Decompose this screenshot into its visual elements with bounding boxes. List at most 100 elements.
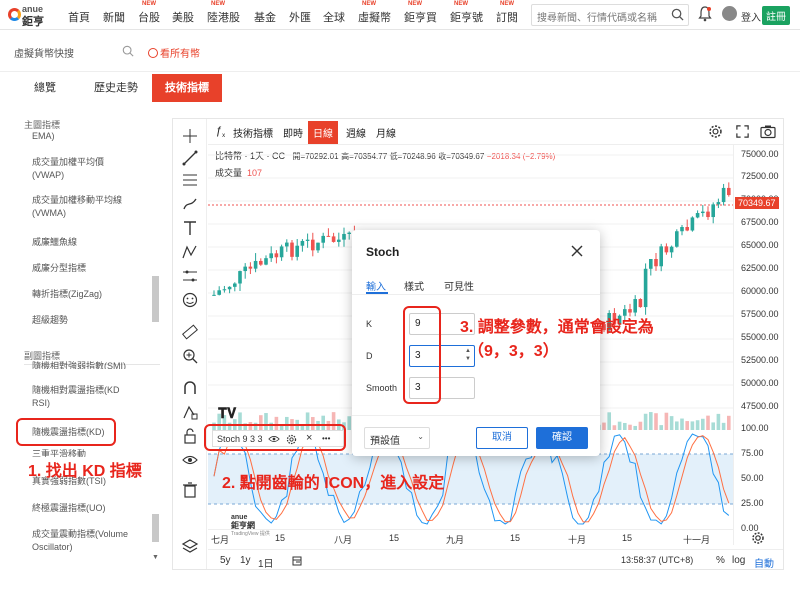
range-1y[interactable]: 1y xyxy=(240,555,251,566)
candle-body xyxy=(290,242,294,257)
candle-body xyxy=(685,227,689,231)
indicator-item[interactable]: 隨機相對強弱指數(SMI) xyxy=(32,360,152,369)
indicators-button[interactable]: 技術指標 xyxy=(233,125,273,140)
interval-weekly[interactable]: 週線 xyxy=(346,125,366,140)
zoom-in-icon[interactable] xyxy=(181,347,199,365)
volume-bar xyxy=(623,422,627,430)
tradingview-logo-icon: 𝐓𝐕 xyxy=(218,405,237,421)
annotation-step2: 2. 點開齒輪的 ICON，進入設定 xyxy=(222,475,445,492)
nav-item[interactable]: 陸港股 xyxy=(207,9,240,25)
scrollbar-thumb[interactable] xyxy=(152,276,159,322)
fib-lines-icon[interactable] xyxy=(181,171,199,189)
function-icon[interactable]: ƒx xyxy=(216,125,225,139)
percent-toggle[interactable]: % xyxy=(716,555,725,566)
search-icon[interactable] xyxy=(122,45,134,57)
ruler-icon[interactable] xyxy=(181,323,199,341)
settings-gear-icon[interactable] xyxy=(708,124,723,139)
log-toggle[interactable]: log xyxy=(732,555,745,566)
tab-style[interactable]: 樣式 xyxy=(404,278,424,293)
nav-item[interactable]: 首頁 xyxy=(68,9,90,25)
layers-icon[interactable] xyxy=(181,537,199,555)
annotation-step1: 1. 找出 KD 指標 xyxy=(28,463,142,480)
nav-item[interactable]: 虛擬幣 xyxy=(358,9,391,25)
site-search-input[interactable]: 搜尋新聞、行情代碼或名稱 xyxy=(531,4,689,26)
volume-bar xyxy=(721,422,726,430)
anue-logo[interactable]: anue 鉅亨 xyxy=(8,4,58,28)
nav-item[interactable]: 台股 xyxy=(138,9,160,25)
nav-item[interactable]: 外匯 xyxy=(289,9,311,25)
tab-overview[interactable]: 總覽 xyxy=(10,74,80,102)
brush-icon[interactable] xyxy=(181,195,199,213)
candle-body xyxy=(654,259,658,267)
trash-icon[interactable] xyxy=(181,481,199,499)
crypto-search-input[interactable]: 虛擬貨幣快搜 xyxy=(10,42,134,62)
nav-item[interactable]: 訂閱 xyxy=(496,9,518,25)
price-axis-label: 65000.00 xyxy=(741,240,779,250)
nav-item[interactable]: 鉅亨買 xyxy=(404,9,437,25)
search-icon[interactable] xyxy=(671,8,684,21)
candle-body xyxy=(285,242,289,247)
bell-icon[interactable] xyxy=(698,6,712,22)
indicator-item[interactable]: 終極震盪指標(UO) xyxy=(32,502,152,515)
register-button[interactable]: 註冊 xyxy=(762,6,790,25)
range-5y[interactable]: 5y xyxy=(220,555,231,566)
chart-toolbar: ƒx 技術指標 即時 日線 週線 月線 xyxy=(208,119,783,145)
axis-settings-gear-icon[interactable] xyxy=(751,531,765,545)
nav-item[interactable]: 鉅亨號 xyxy=(450,9,483,25)
range-1d[interactable]: 1日 xyxy=(258,555,274,569)
crosshair-icon[interactable] xyxy=(181,127,199,145)
scrollbar-thumb[interactable] xyxy=(152,514,159,542)
indicator-item[interactable]: 成交量加權平均價 (VWAP) xyxy=(32,156,152,182)
new-badge: NEW xyxy=(454,1,468,7)
text-tool-icon[interactable] xyxy=(181,219,199,237)
goto-date-icon[interactable] xyxy=(291,555,303,567)
highlight-params xyxy=(403,306,441,404)
cancel-button[interactable]: 取消 xyxy=(476,427,528,449)
scroll-down-icon[interactable]: ▼ xyxy=(152,554,159,561)
clock-readout[interactable]: 13:58:37 (UTC+8) xyxy=(621,555,693,565)
tab-technical[interactable]: 技術指標 xyxy=(152,74,222,102)
indicator-item[interactable]: 轉折指標(ZigZag) xyxy=(32,288,152,301)
indicator-item[interactable]: EMA) xyxy=(32,130,152,143)
tab-visibility[interactable]: 可見性 xyxy=(444,278,474,293)
emoji-icon[interactable] xyxy=(181,291,199,309)
camera-icon[interactable] xyxy=(760,124,776,139)
coin-icon xyxy=(148,48,158,58)
nav-item[interactable]: 全球 xyxy=(323,9,345,25)
indicator-item[interactable]: 成交量震動指標(Volume Oscillator) xyxy=(32,528,152,554)
candle-body xyxy=(295,245,299,257)
interval-daily[interactable]: 日線 xyxy=(308,121,338,144)
magnet-icon[interactable] xyxy=(181,379,199,397)
measure-icon[interactable] xyxy=(181,267,199,285)
defaults-dropdown[interactable]: 預設值 ⌄ xyxy=(364,427,430,449)
lock-drawing-icon[interactable] xyxy=(181,403,199,421)
nav-item[interactable]: 新聞 xyxy=(103,9,125,25)
lock-icon[interactable] xyxy=(181,427,199,445)
view-all-coins-link[interactable]: 看所有幣 xyxy=(148,45,200,60)
tab-history[interactable]: 歷史走勢 xyxy=(81,74,151,102)
trend-line-icon[interactable] xyxy=(181,149,199,167)
interval-monthly[interactable]: 月線 xyxy=(376,125,396,140)
indicator-item[interactable]: 三重平滑移動 xyxy=(32,448,152,457)
auto-toggle[interactable]: 自動 xyxy=(754,555,774,569)
login-link[interactable]: 登入 xyxy=(741,9,761,24)
indicator-item[interactable]: 威廉鱷魚線 xyxy=(32,236,152,249)
hide-icon[interactable] xyxy=(181,451,199,469)
candle-body xyxy=(711,204,715,218)
fullscreen-icon[interactable] xyxy=(735,124,750,139)
close-icon[interactable] xyxy=(570,244,584,258)
indicator-item[interactable]: 超級趨勢 xyxy=(32,314,152,327)
indicator-item[interactable]: 威廉分型指標 xyxy=(32,262,152,275)
indicator-item[interactable]: 成交量加權移動平均線 (VWMA) xyxy=(32,194,152,220)
volume-bar xyxy=(649,412,653,430)
nav-item[interactable]: 基金 xyxy=(254,9,276,25)
interval-realtime[interactable]: 即時 xyxy=(283,125,303,140)
candle-body xyxy=(326,235,331,237)
indicator-item[interactable]: 隨機相對震盪指標(KD RSI) xyxy=(32,384,152,410)
nav-item[interactable]: 美股 xyxy=(172,9,194,25)
user-avatar-icon[interactable] xyxy=(722,6,737,21)
tab-inputs[interactable]: 輸入 xyxy=(366,278,386,293)
confirm-button[interactable]: 確認 xyxy=(536,427,588,449)
time-axis[interactable]: 七月 15 八月 15 九月 15 十月 15 十一月 xyxy=(208,529,733,545)
pattern-icon[interactable] xyxy=(181,243,199,261)
